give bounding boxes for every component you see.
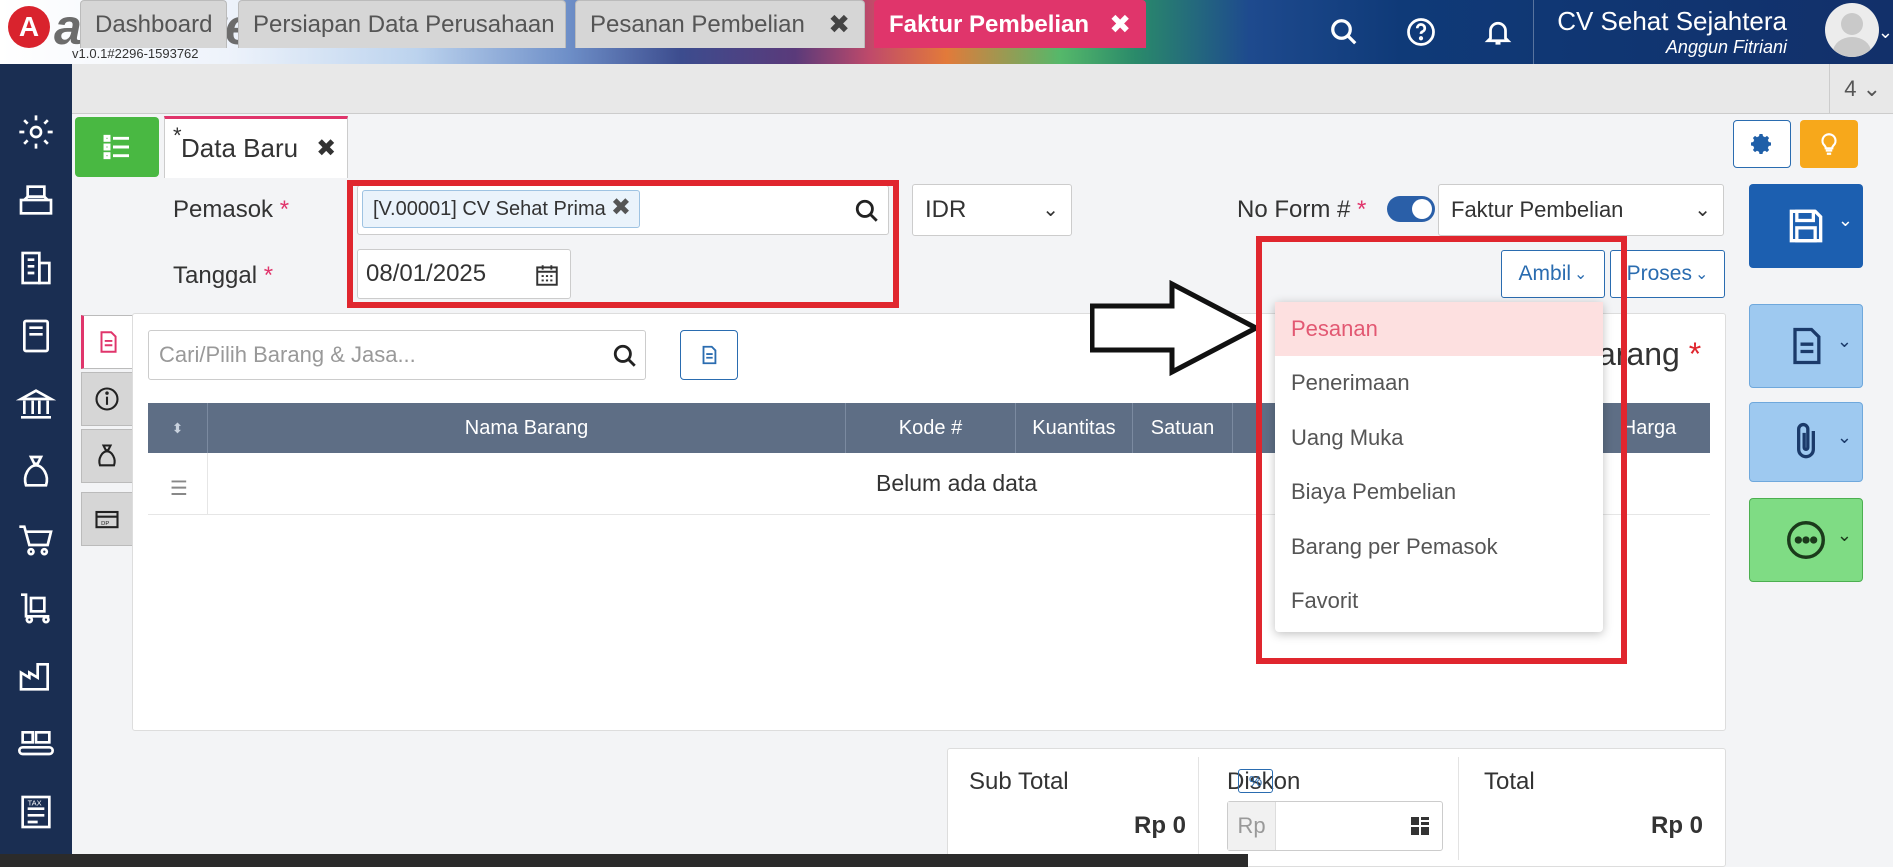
pemasok-label: Pemasok *	[173, 196, 290, 223]
subtab-data-baru[interactable]: * Data Baru ✖	[164, 116, 348, 178]
chevron-down-icon[interactable]: ⌄	[1838, 210, 1853, 231]
cash-register-icon[interactable]	[6, 176, 66, 224]
column-kode[interactable]: Kode #	[846, 403, 1016, 453]
tab-dashboard[interactable]: Dashboard	[80, 0, 227, 48]
annotation-highlight-box	[347, 180, 899, 308]
sort-icon: ⬍	[171, 419, 184, 436]
chevron-down-icon[interactable]: ⌄	[1878, 22, 1893, 43]
tab-label: Pesanan Pembelian	[590, 10, 805, 38]
unsaved-mark: *	[173, 123, 182, 148]
tab-pesanan-pembelian[interactable]: Pesanan Pembelian ✖	[575, 0, 865, 48]
tab-faktur-pembelian[interactable]: Faktur Pembelian ✖	[874, 0, 1146, 48]
tab-label: Faktur Pembelian	[889, 10, 1090, 38]
chevron-down-icon: ⌄	[1694, 199, 1711, 221]
auto-number-toggle[interactable]	[1387, 196, 1435, 222]
search-icon[interactable]	[1324, 12, 1364, 52]
close-icon[interactable]: ✖	[316, 134, 336, 163]
chevron-down-icon[interactable]: ⌄	[1837, 525, 1852, 546]
tab-label: Persiapan Data Perusahaan	[253, 10, 555, 38]
currency-value: IDR	[925, 196, 967, 223]
chevron-down-icon: ⌄	[1694, 266, 1709, 283]
form-type-value: Faktur Pembelian	[1451, 197, 1624, 222]
proses-button[interactable]: Proses ⌄	[1610, 250, 1725, 298]
vtab-biaya[interactable]	[81, 429, 133, 483]
vtab-info[interactable]	[81, 372, 133, 426]
drag-handle-icon[interactable]: ☰	[170, 476, 188, 501]
tab-label: Dashboard	[95, 10, 213, 38]
tab-persiapan-data-perusahaan[interactable]: Persiapan Data Perusahaan	[238, 0, 566, 48]
total-value: Rp 0	[1651, 812, 1704, 839]
tab-bar	[72, 64, 1893, 114]
sort-handle-column[interactable]: ⬍	[148, 403, 208, 453]
empty-table-text: Belum ada data	[876, 470, 1038, 496]
shopping-cart-icon[interactable]	[6, 516, 66, 564]
avatar[interactable]	[1825, 3, 1879, 57]
column-satuan[interactable]: Satuan	[1133, 403, 1233, 453]
chevron-down-icon[interactable]: ⌄	[1837, 427, 1852, 448]
subtab-label: Data Baru	[181, 133, 299, 163]
column-kuantitas[interactable]: Kuantitas	[1016, 403, 1133, 453]
item-detail-button[interactable]	[680, 330, 738, 380]
annotation-highlight-box	[1256, 236, 1627, 664]
search-icon[interactable]	[612, 343, 638, 374]
row-separator	[207, 453, 208, 515]
bell-icon[interactable]	[1478, 12, 1518, 52]
tab-count-selector[interactable]: 4 ⌄	[1829, 64, 1893, 114]
form-type-select[interactable]: Faktur Pembelian ⌄	[1438, 184, 1724, 236]
total-label: Total	[1484, 768, 1535, 795]
tab-count: 4 ⌄	[1844, 76, 1881, 101]
no-form-label: No Form # *	[1237, 196, 1367, 223]
calculator-icon[interactable]	[1408, 814, 1432, 843]
factory-icon[interactable]	[6, 652, 66, 700]
attachment-button[interactable]: ⌄	[1749, 402, 1863, 482]
diskon-percent-toggle[interactable]: %	[1238, 769, 1273, 793]
chevron-down-icon: ⌄	[1042, 199, 1059, 221]
close-icon[interactable]: ✖	[828, 9, 850, 40]
svg-text:TAX: TAX	[28, 798, 42, 807]
header-divider	[1533, 0, 1534, 64]
document-button[interactable]: ⌄	[1749, 304, 1863, 388]
user-name: Anggun Fitriani	[1665, 37, 1787, 57]
chevron-down-icon[interactable]: ⌄	[1837, 331, 1852, 352]
ledger-book-icon[interactable]	[6, 312, 66, 360]
bank-icon[interactable]	[6, 380, 66, 428]
company-info[interactable]: CV Sehat Sejahtera Anggun Fitriani	[1557, 6, 1787, 58]
svg-text:DP: DP	[101, 521, 109, 527]
save-button[interactable]: ⌄	[1749, 184, 1863, 268]
diskon-input[interactable]: Rp	[1227, 801, 1443, 851]
browser-status-bar	[0, 854, 1248, 867]
tanggal-label: Tanggal *	[173, 262, 274, 289]
diskon-currency-prefix: Rp	[1228, 802, 1276, 850]
left-sidebar: TAX	[0, 64, 72, 867]
company-name: CV Sehat Sejahtera	[1557, 6, 1787, 36]
sub-total-value: Rp 0	[1134, 812, 1187, 839]
column-nama-barang[interactable]: Nama Barang	[208, 403, 846, 453]
list-view-button[interactable]	[75, 117, 159, 177]
settings-icon[interactable]	[6, 108, 66, 156]
logo-mark: A	[8, 6, 50, 48]
help-icon[interactable]	[1401, 12, 1441, 52]
item-search-placeholder: Cari/Pilih Barang & Jasa...	[159, 342, 416, 367]
arrow-annotation-icon	[1090, 280, 1260, 376]
currency-select[interactable]: IDR ⌄	[912, 184, 1072, 236]
sub-total-label: Sub Total	[969, 768, 1069, 795]
company-building-icon[interactable]	[6, 244, 66, 292]
version-text: v1.0.1#2296-1593762	[72, 46, 199, 61]
vtab-uang-muka[interactable]: DP	[81, 492, 133, 546]
close-icon[interactable]: ✖	[1109, 9, 1131, 40]
conveyor-icon[interactable]	[6, 720, 66, 768]
money-bag-icon[interactable]	[6, 448, 66, 496]
more-options-button[interactable]: ⌄	[1749, 498, 1863, 582]
settings-button[interactable]	[1733, 120, 1791, 168]
vtab-rincian-barang[interactable]	[81, 315, 133, 369]
inventory-cart-icon[interactable]	[6, 584, 66, 632]
tips-button[interactable]	[1800, 120, 1858, 168]
item-search-input[interactable]: Cari/Pilih Barang & Jasa...	[148, 330, 646, 380]
tax-icon[interactable]: TAX	[6, 788, 66, 836]
